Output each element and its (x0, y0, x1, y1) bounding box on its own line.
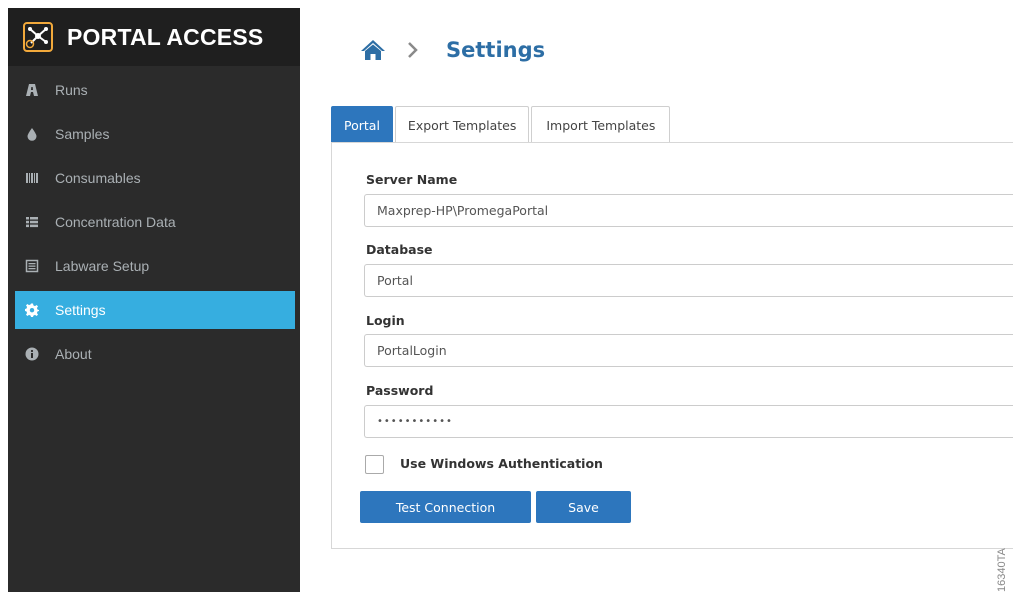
brand-header: PORTAL ACCESS (8, 8, 300, 66)
list-icon (25, 215, 39, 229)
info-icon (25, 347, 39, 361)
sidebar-item-labware-setup[interactable]: Labware Setup (8, 247, 300, 285)
road-icon (25, 83, 39, 97)
password-field[interactable]: ••••••••••• (364, 405, 1013, 438)
chevron-right-icon (406, 40, 420, 60)
barcode-icon (25, 171, 39, 185)
sidebar-item-runs[interactable]: Runs (8, 71, 300, 109)
portal-settings-panel: Server Name Maxprep-HP\PromegaPortal Dat… (331, 142, 1013, 549)
network-icon (23, 22, 53, 52)
login-field[interactable]: PortalLogin (364, 334, 1013, 367)
database-label: Database (366, 242, 433, 257)
sidebar-item-about[interactable]: About (8, 335, 300, 373)
server-name-field[interactable]: Maxprep-HP\PromegaPortal (364, 194, 1013, 227)
sidebar-item-label: Consumables (55, 170, 141, 186)
home-icon[interactable] (360, 38, 386, 62)
tab-export-templates[interactable]: Export Templates (394, 106, 530, 143)
database-field[interactable]: Portal (364, 264, 1013, 297)
list-alt-icon (25, 259, 39, 273)
login-label: Login (366, 313, 405, 328)
windows-auth-label: Use Windows Authentication (400, 456, 603, 471)
app-title: PORTAL ACCESS (67, 23, 264, 50)
sidebar-item-label: Runs (55, 82, 88, 98)
figure-code-text: 16340TA (996, 548, 1008, 592)
test-connection-button[interactable]: Test Connection (360, 491, 531, 523)
sidebar-item-label: About (55, 346, 92, 362)
server-name-label: Server Name (366, 172, 458, 187)
sidebar-item-settings[interactable]: Settings (15, 291, 295, 329)
sidebar-item-concentration-data[interactable]: Concentration Data (8, 203, 300, 241)
sidebar-item-samples[interactable]: Samples (8, 115, 300, 153)
sidebar-item-label: Samples (55, 126, 110, 142)
password-label: Password (366, 383, 434, 398)
sidebar-item-label: Settings (55, 302, 106, 318)
sidebar-item-label: Concentration Data (55, 214, 176, 230)
droplet-icon (25, 127, 39, 141)
sidebar-item-label: Labware Setup (55, 258, 150, 274)
sidebar-nav: Runs Samples Consumables Concentration D… (8, 71, 300, 373)
save-button[interactable]: Save (536, 491, 631, 523)
windows-auth-checkbox[interactable] (365, 455, 384, 474)
page-title: Settings (446, 38, 546, 62)
sidebar-item-consumables[interactable]: Consumables (8, 159, 300, 197)
sidebar: PORTAL ACCESS Runs Samples Consumables C… (8, 8, 300, 592)
tab-portal[interactable]: Portal (331, 106, 393, 143)
tab-import-templates[interactable]: Import Templates (531, 106, 671, 143)
breadcrumb: Settings (360, 38, 545, 62)
figure-code: 16340TA (994, 538, 1012, 592)
settings-tabs: Portal Export Templates Import Templates (331, 106, 672, 143)
gear-icon (25, 303, 39, 317)
